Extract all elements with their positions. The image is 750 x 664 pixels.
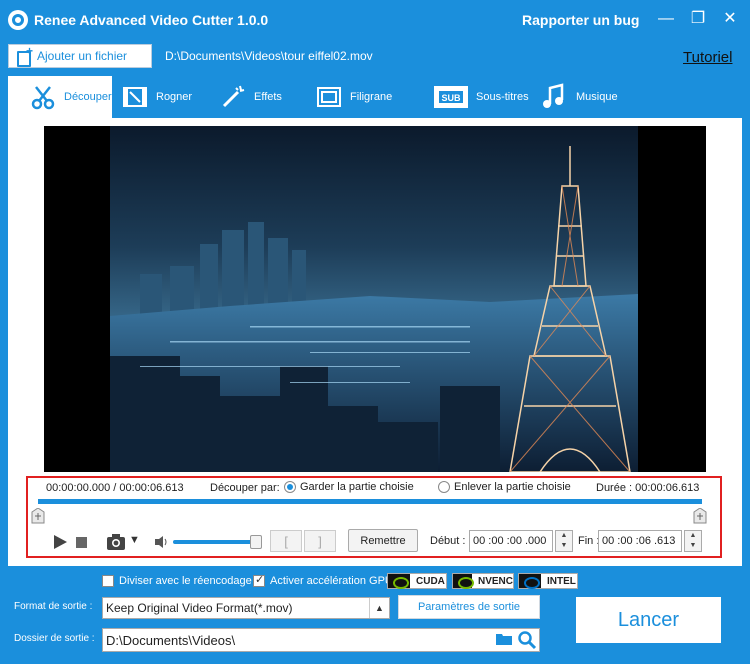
output-format-select[interactable]: Keep Original Video Format(*.mov) ▲	[102, 597, 390, 619]
radio-dot	[284, 481, 296, 493]
tab-decouper[interactable]: Découper	[8, 76, 112, 118]
end-time-spinner[interactable]: ▲ ▼	[684, 530, 702, 552]
video-preview[interactable]	[44, 126, 706, 472]
reset-button[interactable]: Remettre	[348, 529, 418, 552]
tab-filigrane[interactable]: Filigrane	[314, 76, 404, 118]
nvidia-icon	[388, 574, 410, 589]
intel-badge: INTEL	[518, 573, 578, 589]
end-time-label: Fin :	[578, 535, 600, 547]
tab-effets[interactable]: Effets	[218, 76, 298, 118]
add-file-button[interactable]: Ajouter un fichier	[8, 44, 152, 68]
app-title: Renee Advanced Video Cutter 1.0.0	[34, 12, 269, 28]
end-handle[interactable]	[693, 507, 707, 524]
video-frame	[110, 126, 638, 472]
cuda-badge: CUDA	[387, 573, 447, 589]
play-icon[interactable]	[52, 534, 68, 550]
volume-slider[interactable]	[173, 540, 259, 544]
nvidia-icon	[453, 574, 474, 589]
music-icon	[540, 82, 570, 112]
magic-wand-icon	[218, 82, 248, 112]
nvenc-badge: NVENC	[452, 573, 514, 589]
title-bar: Renee Advanced Video Cutter 1.0.0 Rappor…	[0, 0, 750, 40]
remove-part-label: Enlever la partie choisie	[454, 481, 571, 493]
tab-label: Filigrane	[350, 91, 393, 103]
watermark-icon	[314, 82, 344, 112]
cuda-label: CUDA	[416, 575, 445, 587]
output-settings-button[interactable]: Paramètres de sortie	[398, 595, 540, 619]
radio-dot	[438, 481, 450, 493]
intel-icon	[519, 574, 541, 589]
output-folder-input[interactable]: D:\Documents\Videos\	[102, 628, 540, 652]
scissors-icon	[28, 82, 58, 112]
start-time-label: Début :	[430, 535, 466, 547]
cut-by-label: Découper par:	[210, 482, 280, 494]
intel-label: INTEL	[547, 575, 576, 587]
volume-icon[interactable]	[154, 535, 170, 549]
start-time-input[interactable]: 00 :00 :00 .000	[469, 530, 553, 552]
mark-start-button[interactable]: [	[270, 530, 302, 552]
camera-dropdown-icon[interactable]: ▼	[129, 534, 140, 546]
tab-label: Rogner	[156, 91, 193, 103]
file-path: D:\Documents\Videos\tour eiffel02.mov	[165, 49, 373, 63]
app-logo-icon	[8, 10, 28, 30]
eiffel-tower-video-frame	[110, 126, 638, 472]
tab-rogner[interactable]: Rogner	[120, 76, 206, 118]
minimize-button[interactable]: —	[654, 8, 678, 30]
tab-bar: Découper Rogner Effets Filigrane SUB Sou…	[0, 76, 750, 118]
remove-part-radio[interactable]: Enlever la partie choisie	[438, 481, 571, 493]
tutorial-link[interactable]: Tutoriel	[683, 49, 732, 66]
nvenc-label: NVENC	[477, 575, 513, 587]
timeline-bar[interactable]	[38, 499, 702, 504]
mark-end-button[interactable]: ]	[304, 530, 336, 552]
checkbox-box	[102, 575, 114, 587]
start-handle[interactable]	[31, 507, 45, 524]
tab-label: Sous-titres	[476, 91, 529, 103]
volume-knob[interactable]	[250, 535, 262, 549]
folder-icon[interactable]	[495, 632, 513, 646]
cut-control-panel: 00:00:00.000 / 00:00:06.613 Découper par…	[26, 476, 722, 558]
tab-sous-titres[interactable]: SUB Sous-titres	[432, 76, 532, 118]
svg-text:SUB: SUB	[441, 93, 461, 103]
restore-button[interactable]: ❐	[686, 8, 710, 30]
tab-label: Effets	[254, 91, 282, 103]
chevron-up-icon: ▲	[369, 598, 389, 618]
split-reencode-checkbox[interactable]: Diviser avec le réencodage	[102, 575, 252, 587]
keep-part-label: Garder la partie choisie	[300, 481, 414, 493]
tab-label: Découper	[64, 91, 112, 103]
output-folder-label: Dossier de sortie :	[14, 633, 95, 644]
current-time: 00:00:00.000 / 00:00:06.613	[46, 482, 184, 494]
close-button[interactable]: ✕	[718, 8, 742, 30]
stop-icon[interactable]	[76, 537, 87, 548]
checkbox-box	[253, 573, 265, 587]
search-icon[interactable]	[517, 630, 537, 650]
tab-label: Musique	[576, 91, 618, 103]
crop-film-icon	[120, 82, 150, 112]
main-panel: 00:00:00.000 / 00:00:06.613 Découper par…	[8, 118, 742, 566]
end-time-input[interactable]: 00 :00 :06 .613	[598, 530, 682, 552]
start-time-spinner[interactable]: ▲ ▼	[555, 530, 573, 552]
gpu-accel-checkbox[interactable]: Activer accélération GPU	[253, 573, 393, 587]
keep-part-radio[interactable]: Garder la partie choisie	[284, 481, 414, 493]
output-format-label: Format de sortie :	[14, 601, 93, 612]
subtitle-icon: SUB	[432, 82, 470, 112]
add-file-label: Ajouter un fichier	[37, 49, 128, 63]
run-button[interactable]: Lancer	[576, 597, 721, 643]
tab-musique[interactable]: Musique	[540, 76, 630, 118]
gpu-accel-label: Activer accélération GPU	[270, 575, 393, 587]
split-reencode-label: Diviser avec le réencodage	[119, 575, 252, 587]
add-file-icon	[17, 44, 33, 67]
duration: Durée : 00:00:06.613	[596, 482, 700, 494]
camera-icon[interactable]	[106, 533, 126, 551]
report-bug-link[interactable]: Rapporter un bug	[522, 12, 639, 28]
output-format-value: Keep Original Video Format(*.mov)	[106, 601, 293, 615]
